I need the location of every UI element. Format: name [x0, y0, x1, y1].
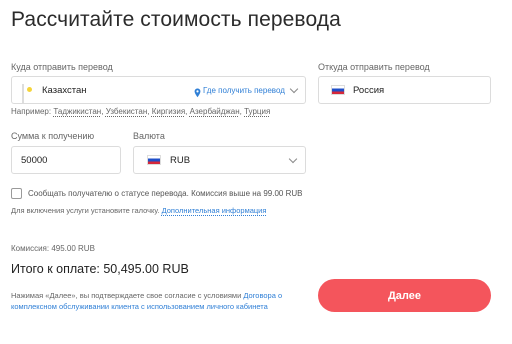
- russia-flag-icon: [147, 155, 161, 165]
- notify-hint-text: Для включения услуги установите галочку.: [11, 206, 160, 215]
- consent-prefix: Нажимая «Далее», вы подтверждаете свое с…: [11, 291, 242, 300]
- examples-prefix: Например:: [11, 107, 52, 116]
- page-title: Рассчитайте стоимость перевода: [11, 8, 341, 31]
- notify-checkbox[interactable]: [11, 188, 22, 199]
- russia-flag-icon: [331, 85, 345, 95]
- origin-country-value: Россия: [353, 85, 385, 96]
- currency-label: Валюта: [133, 131, 165, 141]
- amount-input[interactable]: 50000: [11, 146, 121, 174]
- total-text: Итого к оплате: 50,495.00 RUB: [11, 262, 189, 276]
- chevron-down-icon[interactable]: [288, 154, 298, 164]
- amount-value: 50000: [21, 155, 48, 166]
- consent-text: Нажимая «Далее», вы подтверждаете свое с…: [11, 291, 291, 313]
- currency-select[interactable]: RUB: [133, 146, 306, 174]
- location-pin-icon: [194, 85, 201, 103]
- origin-select[interactable]: Россия: [318, 76, 491, 104]
- example-country[interactable]: Турция: [244, 107, 270, 116]
- destination-select[interactable]: Казахстан Где получить перевод: [11, 76, 306, 104]
- example-country[interactable]: Азербайджан: [190, 107, 240, 116]
- destination-label: Куда отправить перевод: [11, 62, 113, 72]
- notify-label: Сообщать получателю о статусе перевода. …: [28, 189, 303, 198]
- currency-value: RUB: [170, 155, 191, 166]
- notify-hint: Для включения услуги установите галочку.…: [11, 206, 266, 215]
- amount-label: Сумма к получению: [11, 131, 95, 141]
- chevron-down-icon[interactable]: [289, 84, 299, 94]
- kazakhstan-flag-icon: [22, 84, 24, 103]
- commission-text: Комиссия: 495.00 RUB: [11, 244, 95, 253]
- example-country[interactable]: Таджикистан: [53, 107, 101, 116]
- destination-country-value: Казахстан: [42, 85, 87, 96]
- next-button[interactable]: Далее: [318, 279, 491, 312]
- where-to-receive-link[interactable]: Где получить перевод: [203, 86, 285, 95]
- example-country[interactable]: Киргизия: [152, 107, 185, 116]
- destination-examples: Например: Таджикистан, Узбекистан, Кирги…: [11, 107, 271, 116]
- example-country[interactable]: Узбекистан: [106, 107, 148, 116]
- more-info-link[interactable]: Дополнительная информация: [162, 206, 267, 215]
- origin-label: Откуда отправить перевод: [318, 62, 430, 72]
